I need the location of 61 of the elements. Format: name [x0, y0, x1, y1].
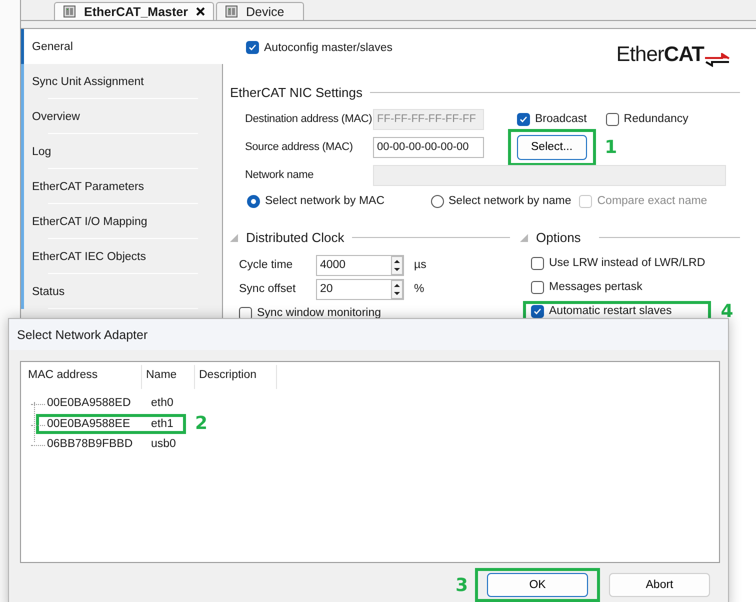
ethercat-logo: EtherCAT: [616, 43, 730, 67]
adapter-name[interactable]: eth1: [151, 418, 174, 430]
section-title: EtherCAT NIC Settings: [230, 85, 362, 100]
spin-field[interactable]: 4000: [316, 254, 404, 276]
nav-item[interactable]: General: [21, 29, 223, 64]
dialog-button[interactable]: Abort: [609, 573, 710, 597]
checkbox[interactable]: [531, 304, 544, 318]
radio-button[interactable]: [247, 194, 260, 208]
select-button[interactable]: Select...: [517, 134, 587, 160]
close-icon[interactable]: [196, 7, 205, 16]
source-address-field[interactable]: 00-00-00-00-00-00: [373, 136, 484, 158]
spinner-arrows-icon[interactable]: [391, 280, 403, 298]
checkbox-label: Automatic restart slaves: [549, 305, 672, 317]
checkbox[interactable]: [606, 112, 619, 126]
column-header[interactable]: Description: [195, 365, 277, 389]
radio-label: Select network by MAC: [265, 195, 385, 207]
checkbox-label: Broadcast: [535, 113, 587, 125]
checkmark-icon: [533, 306, 542, 316]
checkbox-label: Messages pertask: [549, 281, 642, 293]
radio-label: Select network by name: [448, 195, 572, 207]
radio-button[interactable]: [430, 194, 444, 208]
checkbox[interactable]: [517, 112, 530, 126]
field-label: Source address (MAC): [244, 141, 354, 153]
field-label: Sync offset: [238, 283, 297, 295]
dialog-button[interactable]: OK: [487, 573, 588, 597]
field-label: Cycle time: [238, 259, 294, 271]
checkbox[interactable]: [531, 280, 544, 294]
checkbox-label: Redundancy: [624, 113, 688, 125]
unit-label: µs: [414, 259, 426, 271]
dialog-title: Select Network Adapter: [9, 319, 728, 350]
checkbox-label: Compare exact name: [597, 195, 708, 207]
spin-field[interactable]: 20: [316, 278, 404, 300]
mac-address[interactable]: 00E0BA9588EE: [47, 418, 151, 430]
section-title: Distributed Clock: [246, 230, 344, 245]
editor-tab[interactable]: Device: [216, 2, 304, 20]
adapter-name[interactable]: eth0: [151, 397, 174, 409]
column-header[interactable]: MAC address: [24, 365, 142, 389]
checkbox[interactable]: [246, 41, 259, 54]
spinner-arrows-icon[interactable]: [391, 256, 403, 274]
step-number: 4: [720, 300, 734, 322]
step-number: 3: [455, 574, 468, 596]
checkbox-label: Use LRW instead of LWR/LRD: [549, 257, 706, 269]
checkbox[interactable]: [531, 256, 544, 270]
field-label: Network name: [244, 169, 315, 181]
checkmark-icon: [248, 43, 257, 52]
device-icon: [224, 5, 238, 18]
field-label: Destination address (MAC): [244, 113, 373, 125]
editor-tab[interactable]: EtherCAT_Master: [54, 2, 214, 20]
checkbox[interactable]: [239, 306, 252, 320]
checkbox-label: Sync window monitoring: [257, 307, 382, 319]
section-title: Options: [536, 230, 581, 245]
device-icon: [63, 5, 76, 18]
adapter-name[interactable]: usb0: [151, 438, 176, 450]
step-number: 2: [195, 413, 208, 434]
column-header[interactable]: Name: [142, 365, 195, 389]
step-number: 1: [604, 136, 618, 158]
checkbox-label: Autoconfig master/slaves: [264, 42, 392, 54]
mac-address[interactable]: 00E0BA9588ED: [47, 397, 151, 409]
unit-label: %: [414, 283, 424, 295]
checkmark-icon: [519, 114, 528, 124]
mac-address[interactable]: 06BB78B9FBBD: [47, 438, 151, 450]
